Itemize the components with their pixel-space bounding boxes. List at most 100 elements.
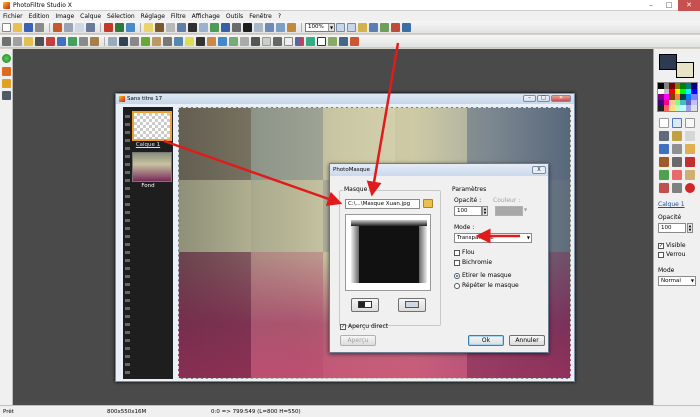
background-color[interactable] (676, 62, 694, 78)
edge-icon[interactable] (196, 36, 205, 46)
dialog-close-button[interactable]: X (532, 166, 546, 174)
foreground-color[interactable] (659, 54, 677, 70)
doc-close-button[interactable]: ✕ (551, 95, 571, 102)
menu-fenetre[interactable]: Fenêtre (249, 13, 272, 20)
line-icon[interactable] (685, 131, 695, 141)
module-icon[interactable] (240, 36, 249, 46)
copy-icon[interactable] (75, 22, 84, 32)
print-icon[interactable] (35, 22, 44, 32)
save-icon[interactable] (24, 22, 33, 32)
close-button[interactable]: ✕ (678, 0, 700, 11)
color-picker[interactable] (495, 206, 523, 216)
menu-outils[interactable]: Outils (226, 13, 243, 20)
contrast-icon[interactable] (35, 36, 44, 46)
effects-icon[interactable] (276, 22, 285, 32)
layer-opacity-field[interactable]: 100 (658, 223, 686, 233)
magic-wand-icon[interactable] (672, 131, 682, 141)
clone-icon[interactable] (659, 170, 669, 180)
texture-icon[interactable] (152, 36, 161, 46)
cancel-button[interactable]: Annuler (509, 335, 545, 346)
minimize-button[interactable]: – (642, 0, 660, 11)
mask-file-field[interactable]: C:\...\Masque Xuan.jpg (345, 199, 420, 209)
gradient-icon[interactable] (295, 36, 304, 46)
auto-contrast-icon[interactable] (13, 36, 22, 46)
vignette-icon[interactable] (251, 36, 260, 46)
history-icon[interactable] (126, 22, 135, 32)
maximize-button[interactable]: □ (660, 0, 678, 11)
film-icon[interactable] (2, 91, 11, 100)
crop-icon[interactable] (155, 22, 164, 32)
live-preview-checkbox[interactable]: ✓ Aperçu direct (340, 323, 388, 330)
drop-shadow-icon[interactable] (273, 36, 282, 46)
rotate-icon[interactable] (210, 22, 219, 32)
image-pack-icon[interactable] (339, 36, 348, 46)
doc-maximize-button[interactable]: □ (537, 95, 550, 102)
frame-effect-icon[interactable] (328, 36, 337, 46)
blur-icon[interactable] (108, 36, 117, 46)
stamp-icon[interactable] (659, 183, 669, 193)
select-arrow-icon[interactable] (659, 118, 669, 128)
zoom-in-icon[interactable] (336, 22, 345, 32)
light-icon[interactable] (185, 36, 194, 46)
open-icon[interactable] (13, 22, 22, 32)
gamma-icon[interactable] (57, 36, 66, 46)
menu-fichier[interactable]: Fichier (3, 13, 23, 20)
color-palette[interactable] (657, 82, 698, 112)
scroll-icon[interactable] (685, 170, 695, 180)
preview-button[interactable]: Aperçu (340, 335, 376, 346)
artistic-icon[interactable] (141, 36, 150, 46)
dialog-title-bar[interactable]: PhotoMasque X (330, 164, 548, 176)
sepia-icon[interactable] (90, 36, 99, 46)
resize-icon[interactable] (166, 22, 175, 32)
layer-opacity-spinner[interactable]: ▲ ▼ (687, 223, 693, 233)
doc-minimize-button[interactable]: – (523, 95, 536, 102)
layers-icon[interactable] (232, 22, 241, 32)
noise-icon[interactable] (130, 36, 139, 46)
menu-affichage[interactable]: Affichage (192, 13, 220, 20)
frame-icon[interactable] (188, 22, 197, 32)
visible-checkbox[interactable]: ✓ Visible (658, 242, 686, 249)
smudge-icon[interactable] (685, 157, 695, 167)
blend-mode-select[interactable]: Normal ▼ (658, 276, 696, 286)
eyedropper-icon[interactable] (659, 131, 669, 141)
saturation-icon[interactable] (46, 36, 55, 46)
relief-icon[interactable] (163, 36, 172, 46)
sharpen-icon[interactable] (119, 36, 128, 46)
photomasque-icon[interactable] (317, 36, 326, 46)
menu-help[interactable]: ? (278, 13, 281, 20)
menu-filtre[interactable]: Filtre (171, 13, 186, 20)
full-screen-icon[interactable] (369, 22, 378, 32)
scan-icon[interactable] (53, 22, 62, 32)
preview-icon[interactable] (402, 22, 411, 32)
document-title-bar[interactable]: Sans titre 17 – □ ✕ (116, 94, 574, 104)
mode-select[interactable]: Transparence ▼ (454, 233, 532, 243)
folder-open-icon[interactable] (423, 199, 433, 208)
text-icon[interactable] (254, 22, 263, 32)
new-icon[interactable] (2, 22, 11, 32)
canvas-icon[interactable] (177, 22, 186, 32)
layer-thumb-calque1[interactable] (132, 111, 172, 141)
menu-image[interactable]: Image (55, 13, 74, 20)
undo-icon[interactable] (104, 22, 113, 32)
layer-name-label[interactable]: Calque 1 (658, 201, 685, 208)
globe-icon[interactable] (2, 54, 11, 63)
star-icon[interactable] (2, 67, 11, 76)
paste-icon[interactable] (64, 22, 73, 32)
shapes-icon[interactable] (672, 183, 682, 193)
menu-reglage[interactable]: Réglage (141, 13, 165, 20)
rect-select-icon[interactable] (672, 118, 682, 128)
grid-icon[interactable] (199, 22, 208, 32)
layer-label-fond[interactable]: Fond (123, 183, 173, 189)
eraser-icon[interactable] (672, 170, 682, 180)
ok-button[interactable]: Ok (468, 335, 504, 346)
batch-icon[interactable] (350, 36, 359, 46)
strawberry-icon[interactable] (685, 183, 695, 193)
mask-icon[interactable] (243, 22, 252, 32)
actual-size-icon[interactable] (380, 22, 389, 32)
zoom-combobox[interactable]: 100% ▼ (305, 22, 335, 32)
palette-icon[interactable] (306, 36, 315, 46)
opacity-spinner[interactable]: ▲ ▼ (482, 206, 488, 216)
redo-icon[interactable] (115, 22, 124, 32)
transparency-icon[interactable] (262, 36, 271, 46)
fill-icon[interactable] (659, 144, 669, 154)
